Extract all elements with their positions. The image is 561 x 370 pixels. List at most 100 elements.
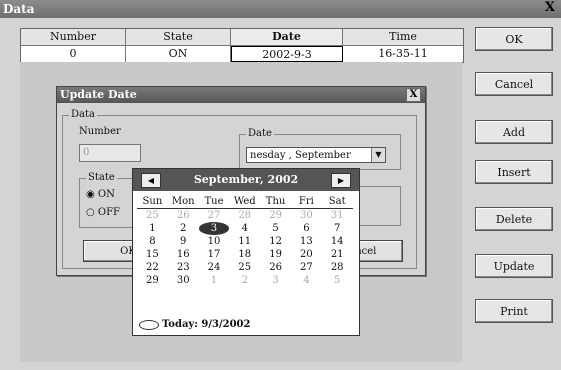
date-group-label: Date xyxy=(246,128,274,139)
print-button[interactable]: Print xyxy=(475,299,553,323)
ok-button[interactable]: OK xyxy=(475,27,553,51)
radio-off-label: OFF xyxy=(97,207,120,218)
column-header-number[interactable]: Number xyxy=(21,29,126,45)
calendar-day[interactable]: 1 xyxy=(137,222,168,235)
cancel-button[interactable]: Cancel xyxy=(475,72,553,96)
today-label: Today: 9/3/2002 xyxy=(162,319,251,330)
calendar-week-row: 15 16 17 18 19 20 21 xyxy=(137,248,353,261)
cell-date[interactable]: 2002-9-3 xyxy=(231,46,343,62)
calendar-day[interactable]: 5 xyxy=(260,222,291,235)
calendar-day[interactable]: 28 xyxy=(229,209,260,222)
calendar-day[interactable]: 28 xyxy=(322,261,353,274)
today-link[interactable]: Today: 9/3/2002 xyxy=(139,319,250,330)
calendar-day[interactable]: 29 xyxy=(137,274,168,287)
calendar-day[interactable]: 8 xyxy=(137,235,168,248)
calendar-day[interactable]: 27 xyxy=(291,261,322,274)
date-picker[interactable]: nesday , September ▼ xyxy=(246,147,386,163)
calendar-month: September, 2002 xyxy=(193,173,299,186)
radio-on-label: ON xyxy=(97,189,115,200)
data-grid[interactable]: Number State Date Time 0 ON 2002-9-3 16-… xyxy=(20,28,464,63)
close-icon[interactable]: X xyxy=(545,0,555,15)
dialog-title-bar: Update Date X xyxy=(57,87,425,103)
calendar-day[interactable]: 16 xyxy=(168,248,199,261)
cell-time[interactable]: 16-35-11 xyxy=(343,46,463,62)
calendar-grid: Sun Mon Tue Wed Thu Fri Sat 25 26 27 28 29 30 31 1 2 3 4 5… xyxy=(137,195,353,287)
day-of-week-label: Tue xyxy=(204,196,224,207)
calendar-day[interactable]: 3 xyxy=(260,274,291,287)
calendar-day[interactable]: 12 xyxy=(260,235,291,248)
table-row[interactable]: 0 ON 2002-9-3 16-35-11 xyxy=(21,46,463,62)
cell-state[interactable]: ON xyxy=(126,46,231,62)
column-header-state[interactable]: State xyxy=(126,29,231,45)
update-button[interactable]: Update xyxy=(475,254,553,278)
calendar-day[interactable]: 27 xyxy=(199,209,230,222)
data-group-label: Data xyxy=(69,109,97,120)
column-header-date[interactable]: Date xyxy=(231,29,343,45)
insert-button[interactable]: Insert xyxy=(475,160,553,184)
data-window: Data X Number State Date Time 0 ON 2002-… xyxy=(0,0,561,370)
calendar-day[interactable]: 9 xyxy=(168,235,199,248)
calendar-day[interactable]: 18 xyxy=(229,248,260,261)
calendar-day[interactable]: 5 xyxy=(322,274,353,287)
column-header-time[interactable]: Time xyxy=(343,29,463,45)
calendar-day[interactable]: 10 xyxy=(199,235,230,248)
calendar-day[interactable]: 23 xyxy=(168,261,199,274)
dialog-close-icon[interactable]: X xyxy=(406,88,421,102)
calendar-week-row: 8 9 10 11 12 13 14 xyxy=(137,235,353,248)
day-of-week-label: Sat xyxy=(328,196,346,207)
calendar-day[interactable]: 30 xyxy=(168,274,199,287)
chevron-down-icon[interactable]: ▼ xyxy=(371,148,385,162)
cell-number[interactable]: 0 xyxy=(21,46,126,62)
calendar-week-row: 22 23 24 25 26 27 28 xyxy=(137,261,353,274)
add-button[interactable]: Add xyxy=(475,120,553,144)
calendar-day[interactable]: 25 xyxy=(137,209,168,222)
calendar-day[interactable]: 30 xyxy=(291,209,322,222)
calendar-day[interactable]: 20 xyxy=(291,248,322,261)
calendar-day[interactable]: 6 xyxy=(291,222,322,235)
prev-month-icon[interactable]: ◀ xyxy=(141,173,161,188)
today-circle-icon xyxy=(139,319,159,330)
calendar-week-row: 1234567 xyxy=(137,222,353,235)
date-group: Date nesday , September ▼ xyxy=(239,128,401,170)
calendar-day[interactable]: 19 xyxy=(260,248,291,261)
day-of-week-label: Wed xyxy=(233,196,256,207)
calendar-day[interactable]: 26 xyxy=(168,209,199,222)
calendar-day[interactable]: 2 xyxy=(168,222,199,235)
day-of-week-label: Mon xyxy=(171,196,195,207)
calendar-day[interactable]: 4 xyxy=(229,222,260,235)
calendar-day[interactable]: 22 xyxy=(137,261,168,274)
radio-on[interactable]: ◉ ON xyxy=(86,189,115,200)
number-field[interactable]: 0 xyxy=(79,144,141,162)
number-label: Number xyxy=(79,126,121,137)
day-of-week-row: Sun Mon Tue Wed Thu Fri Sat xyxy=(137,195,353,209)
calendar-day[interactable]: 13 xyxy=(291,235,322,248)
calendar-day[interactable]: 31 xyxy=(322,209,353,222)
delete-button[interactable]: Delete xyxy=(475,207,553,231)
calendar-day[interactable]: 4 xyxy=(291,274,322,287)
radio-off[interactable]: ○ OFF xyxy=(86,207,120,218)
date-picker-value: nesday , September xyxy=(250,150,351,161)
calendar-popup: ◀ September, 2002 ▶ Sun Mon Tue Wed Thu Fri Sa… xyxy=(132,168,360,336)
calendar-day[interactable]: 3 xyxy=(198,222,230,235)
calendar-day[interactable]: 14 xyxy=(322,235,353,248)
day-of-week-label: Thu xyxy=(265,196,286,207)
calendar-day[interactable]: 21 xyxy=(322,248,353,261)
next-month-icon[interactable]: ▶ xyxy=(331,173,351,188)
window-title: Data xyxy=(3,2,35,16)
day-of-week-label: Sun xyxy=(142,196,163,207)
calendar-day[interactable]: 7 xyxy=(322,222,353,235)
grid-header: Number State Date Time xyxy=(21,29,463,46)
calendar-week-row: 29 30 1 2 3 4 5 xyxy=(137,274,353,287)
calendar-day[interactable]: 11 xyxy=(229,235,260,248)
calendar-day[interactable]: 26 xyxy=(260,261,291,274)
calendar-day[interactable]: 24 xyxy=(199,261,230,274)
day-of-week-label: Fri xyxy=(298,196,314,207)
calendar-day[interactable]: 29 xyxy=(260,209,291,222)
calendar-day[interactable]: 25 xyxy=(229,261,260,274)
calendar-day[interactable]: 17 xyxy=(199,248,230,261)
calendar-week-row: 25 26 27 28 29 30 31 xyxy=(137,209,353,222)
title-bar: Data X xyxy=(0,0,561,18)
calendar-day[interactable]: 1 xyxy=(199,274,230,287)
calendar-day[interactable]: 15 xyxy=(137,248,168,261)
calendar-day[interactable]: 2 xyxy=(229,274,260,287)
